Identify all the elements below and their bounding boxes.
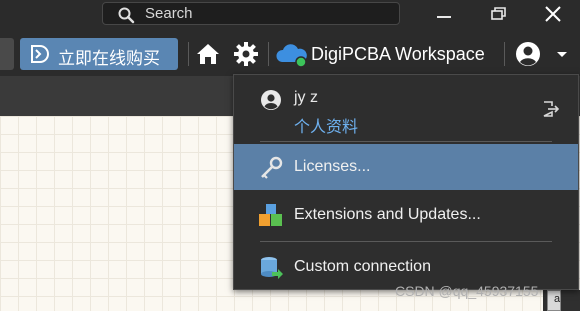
menu-item-extensions[interactable]: Extensions and Updates...	[234, 192, 578, 238]
menu-divider	[260, 241, 552, 242]
chevron-down-icon[interactable]	[554, 40, 570, 68]
search-box[interactable]: Search	[102, 2, 400, 25]
toolbar-divider	[268, 42, 269, 66]
menu-item-label: Licenses...	[294, 158, 371, 175]
cloud-workspace-icon[interactable]	[275, 40, 309, 68]
minimize-icon[interactable]	[432, 3, 456, 25]
side-panel-strip: a	[543, 290, 580, 311]
user-dropdown-menu: jy z 个人资料 Licenses... Extensions and Upd…	[233, 74, 579, 290]
extensions-icon	[259, 204, 282, 226]
watermark: CSDN @qq_45937155	[395, 283, 539, 299]
toolbar-divider	[504, 42, 505, 66]
buy-online-label: 立即在线购买	[58, 49, 160, 68]
user-info: jy z 个人资料	[234, 75, 578, 141]
sign-out-icon[interactable]	[540, 99, 560, 119]
menu-divider	[260, 141, 552, 142]
close-icon[interactable]	[541, 3, 565, 25]
search-icon	[118, 7, 135, 24]
buy-online-button[interactable]: 立即在线购买	[20, 38, 178, 70]
title-bar: Search	[0, 0, 580, 30]
toolbar: 立即在线购买 DigiPCBA Workspace	[0, 32, 580, 76]
toolbar-divider	[188, 42, 189, 66]
menu-item-label: Custom connection	[294, 258, 431, 275]
altium-logo-icon	[31, 45, 49, 63]
restore-icon[interactable]	[486, 3, 510, 25]
side-panel-tab[interactable]: a	[547, 290, 561, 311]
key-icon	[261, 156, 283, 179]
side-panel-tab-label: a	[554, 293, 561, 305]
user-name: jy z	[294, 89, 318, 106]
menu-item-licenses[interactable]: Licenses...	[234, 144, 578, 190]
home-icon[interactable]	[194, 40, 222, 68]
gear-icon[interactable]	[232, 40, 260, 68]
profile-link[interactable]: 个人资料	[294, 113, 358, 137]
workspace-label[interactable]: DigiPCBA Workspace	[311, 44, 485, 65]
toolbar-left-button[interactable]	[0, 38, 14, 70]
menu-item-label: Extensions and Updates...	[294, 206, 481, 223]
account-icon[interactable]	[514, 40, 542, 68]
user-avatar-icon	[261, 90, 281, 110]
search-label: Search	[145, 5, 193, 22]
database-connection-icon	[261, 257, 283, 279]
